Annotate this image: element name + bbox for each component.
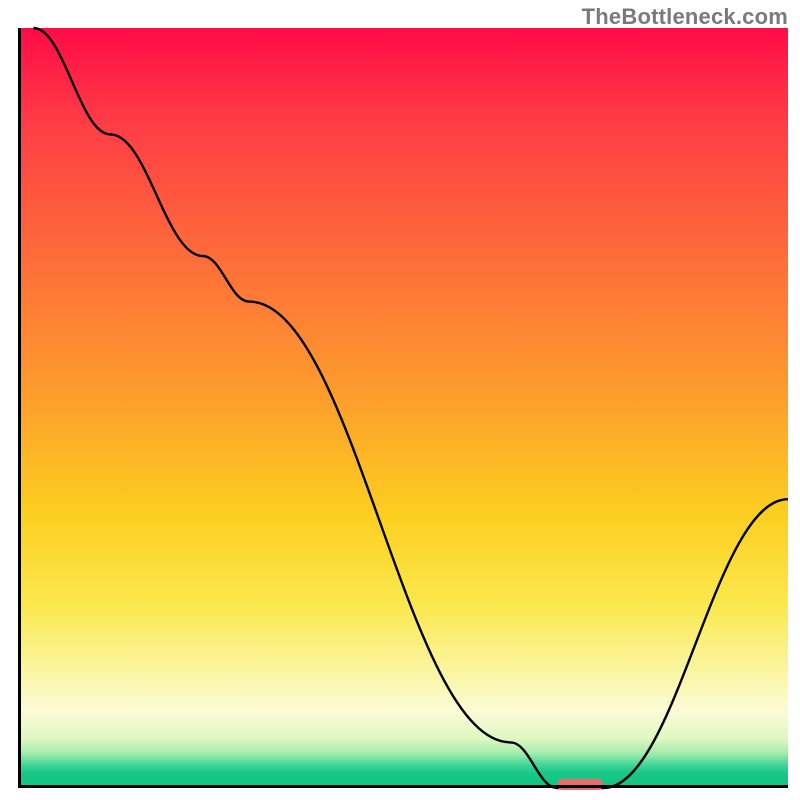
y-axis	[18, 28, 21, 788]
x-axis	[18, 785, 788, 788]
plot-area	[18, 28, 788, 788]
watermark-text: TheBottleneck.com	[582, 4, 788, 30]
bottleneck-curve	[18, 28, 788, 788]
chart-container: TheBottleneck.com	[0, 0, 800, 800]
